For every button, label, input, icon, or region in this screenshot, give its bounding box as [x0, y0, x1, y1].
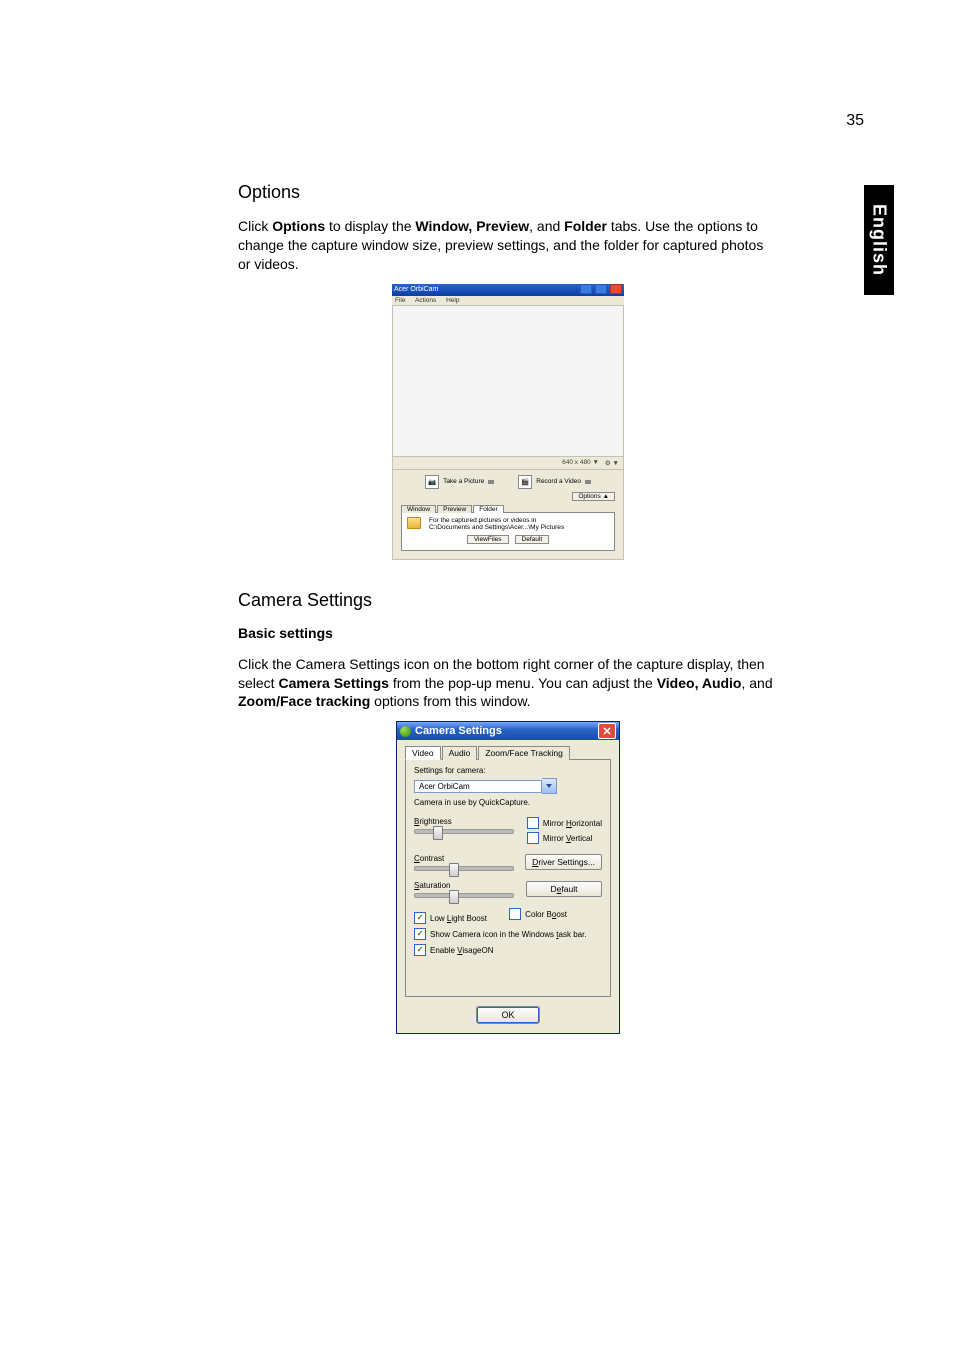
- orbicam-titlebar: Acer OrbiCam: [392, 284, 624, 296]
- mirror-vertical-checkbox[interactable]: Mirror Vertical: [527, 832, 602, 844]
- language-tab-label: English: [869, 204, 890, 276]
- camera-inuse-label: Camera in use by QuickCapture.: [414, 798, 602, 807]
- maximize-button[interactable]: [595, 284, 607, 294]
- tab-zoom-face-tracking[interactable]: Zoom/Face Tracking: [478, 746, 569, 760]
- resolution-dropdown[interactable]: 640 x 480 ▼: [562, 459, 599, 467]
- camera-select[interactable]: Acer OrbiCam: [414, 778, 602, 794]
- settings-gear-icon[interactable]: ⚙ ▼: [605, 459, 619, 467]
- orbicam-menubar: File Actions Help: [392, 296, 624, 306]
- folder-tab-panel: For the captured pictures or videos in C…: [401, 512, 615, 551]
- menu-help[interactable]: Help: [446, 297, 459, 304]
- camera-select-value: Acer OrbiCam: [414, 780, 542, 793]
- tab-audio[interactable]: Audio: [442, 746, 478, 760]
- chevron-down-icon: [585, 480, 591, 484]
- low-light-boost-checkbox[interactable]: ✓Low Light Boost: [414, 912, 487, 924]
- menu-actions[interactable]: Actions: [415, 297, 436, 304]
- orbicam-bottom-panel: 📷 Take a Picture 🎬 Record a Video Option…: [392, 470, 624, 560]
- camera-select-label: Settings for camera:: [414, 766, 602, 775]
- default-button[interactable]: Default: [526, 881, 602, 897]
- basic-settings-subheading: Basic settings: [238, 625, 778, 641]
- camset-title: Camera Settings: [415, 725, 502, 737]
- orbicam-figure: Acer OrbiCam File Actions Help 640 x 480…: [238, 284, 778, 560]
- orbicam-statusbar: 640 x 480 ▼ ⚙ ▼: [392, 457, 624, 470]
- tab-video[interactable]: Video: [405, 746, 441, 760]
- video-icon: 🎬: [518, 475, 532, 489]
- chevron-down-icon[interactable]: [542, 778, 557, 794]
- contrast-slider[interactable]: Contrast: [414, 854, 514, 871]
- language-tab: English: [864, 185, 894, 295]
- camera-settings-figure: Camera Settings ✕ Video Audio Zoom/Face …: [238, 721, 778, 1034]
- menu-file[interactable]: File: [395, 297, 405, 304]
- minimize-button[interactable]: [580, 284, 592, 294]
- close-button[interactable]: ✕: [598, 723, 616, 739]
- brightness-slider[interactable]: BBrightnessrightness: [414, 817, 514, 834]
- show-camera-icon-checkbox[interactable]: ✓Show Camera icon in the Windows task ba…: [414, 928, 602, 940]
- saturation-slider[interactable]: Saturation: [414, 881, 514, 898]
- window-controls: [579, 284, 622, 296]
- orbicam-title: Acer OrbiCam: [394, 286, 438, 293]
- enable-visageon-checkbox[interactable]: ✓Enable VisageON: [414, 944, 602, 956]
- tab-folder[interactable]: Folder: [473, 505, 503, 513]
- page-number: 35: [846, 112, 864, 130]
- capture-area: [392, 306, 624, 457]
- orbicam-window: Acer OrbiCam File Actions Help 640 x 480…: [392, 284, 624, 560]
- folder-path: C:\Documents and Settings\Acer...\My Pic…: [429, 524, 564, 531]
- default-folder-button[interactable]: Default: [515, 535, 550, 544]
- folder-icon: [407, 517, 421, 529]
- record-video-button[interactable]: 🎬 Record a Video: [518, 475, 591, 489]
- driver-settings-button[interactable]: Driver Settings...: [525, 854, 602, 870]
- camera-settings-dialog: Camera Settings ✕ Video Audio Zoom/Face …: [396, 721, 620, 1034]
- options-heading: Options: [238, 182, 778, 203]
- camera-settings-paragraph: Click the Camera Settings icon on the bo…: [238, 655, 778, 712]
- take-picture-button[interactable]: 📷 Take a Picture: [425, 475, 494, 489]
- page-content: Options Click Options to display the Win…: [238, 182, 778, 1064]
- tab-preview[interactable]: Preview: [437, 505, 472, 513]
- mirror-horizontal-checkbox[interactable]: Mirror Horizontal: [527, 817, 602, 829]
- camera-icon: 📷: [425, 475, 439, 489]
- options-paragraph: Click Options to display the Window, Pre…: [238, 217, 778, 274]
- app-icon: [400, 726, 411, 737]
- camset-titlebar: Camera Settings ✕: [397, 722, 619, 740]
- options-toggle-button[interactable]: Options ▲: [572, 492, 615, 501]
- ok-button[interactable]: OK: [477, 1007, 539, 1023]
- viewfiles-button[interactable]: ViewFiles: [467, 535, 509, 544]
- video-tab-panel: Settings for camera: Acer OrbiCam Camera…: [405, 759, 611, 997]
- color-boost-checkbox[interactable]: Color Boost: [509, 908, 567, 920]
- camera-settings-heading: Camera Settings: [238, 590, 778, 611]
- chevron-down-icon: [488, 480, 494, 484]
- close-button[interactable]: [610, 284, 622, 294]
- folder-label: For the captured pictures or videos in: [429, 517, 564, 524]
- tab-window[interactable]: Window: [401, 505, 436, 513]
